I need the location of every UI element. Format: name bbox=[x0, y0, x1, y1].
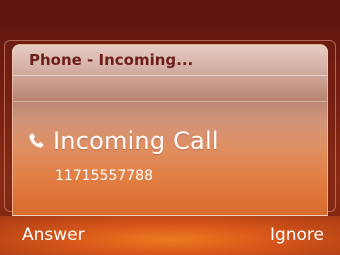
divider bbox=[13, 101, 327, 102]
softkey-bar: Answer Ignore bbox=[0, 216, 340, 255]
dialog-title-bar: Phone - Incoming... bbox=[13, 45, 327, 76]
incoming-call-heading: Incoming Call bbox=[53, 127, 219, 155]
incoming-call-dialog: Phone - Incoming... Incoming Call 117155… bbox=[12, 44, 328, 216]
phone-icon bbox=[29, 133, 44, 148]
answer-button[interactable]: Answer bbox=[22, 225, 85, 245]
dialog-title: Phone - Incoming... bbox=[29, 51, 194, 69]
ignore-button[interactable]: Ignore bbox=[270, 225, 324, 245]
caller-number: 11715557788 bbox=[55, 168, 153, 184]
